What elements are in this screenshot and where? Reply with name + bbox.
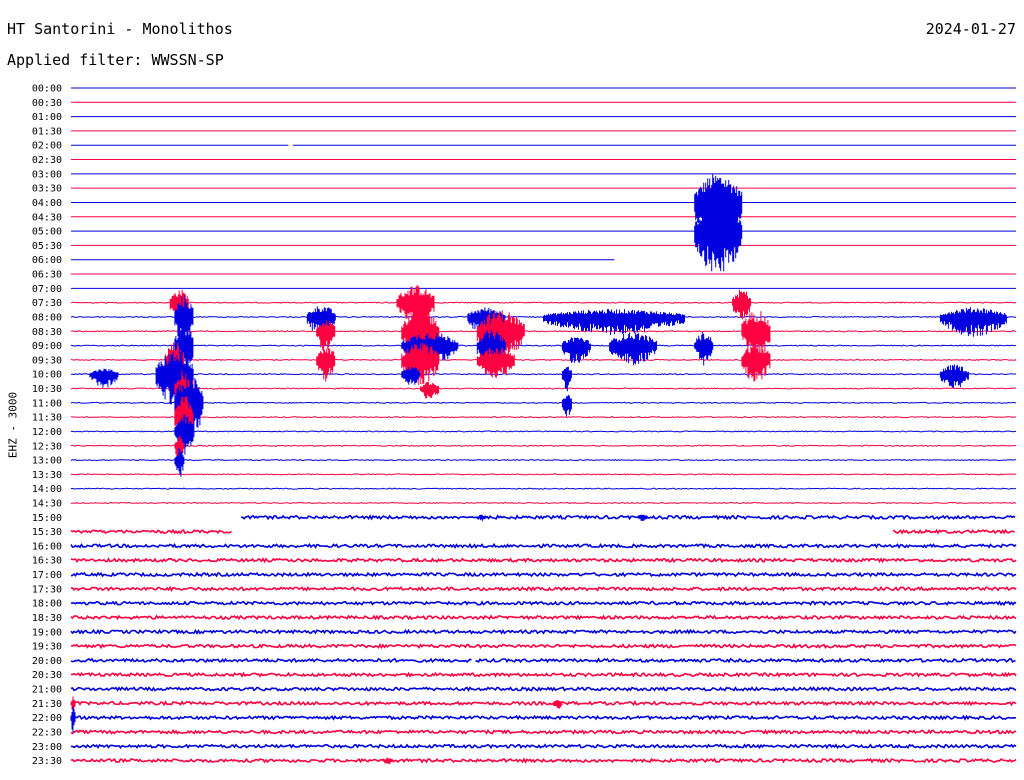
trace-line bbox=[70, 501, 1017, 505]
helicorder-chart: 00:00 00:30 01:00 01:30 02:00 02:30 03:00 03:30… bbox=[32, 84, 1017, 768]
time-label: 18:00 bbox=[32, 599, 62, 610]
event-burst bbox=[939, 307, 1007, 337]
time-label: 20:30 bbox=[32, 670, 62, 681]
time-label: 10:30 bbox=[32, 384, 62, 395]
event-burst bbox=[401, 366, 421, 385]
time-label: 23:30 bbox=[32, 756, 62, 767]
time-label: 21:30 bbox=[32, 699, 62, 710]
time-label: 23:00 bbox=[32, 742, 62, 753]
time-label: 06:30 bbox=[32, 270, 62, 281]
trace-line bbox=[70, 686, 1017, 692]
trace-line bbox=[241, 514, 1016, 521]
trace-line bbox=[70, 416, 1016, 419]
time-label: 20:00 bbox=[32, 656, 62, 667]
trace-line bbox=[70, 671, 1017, 678]
trace-line bbox=[70, 473, 1017, 476]
trace-line bbox=[70, 728, 1016, 735]
trace-line bbox=[70, 571, 1017, 578]
time-label: 02:00 bbox=[32, 141, 62, 152]
time-label: 16:00 bbox=[32, 541, 62, 552]
trace-lines bbox=[70, 87, 1017, 764]
event-burst bbox=[561, 337, 591, 363]
time-label: 13:00 bbox=[32, 456, 62, 467]
time-label: 01:30 bbox=[32, 126, 62, 137]
trace-line bbox=[70, 444, 1016, 447]
trace-line bbox=[70, 600, 1017, 606]
time-label: 18:30 bbox=[32, 613, 62, 624]
trace-line bbox=[71, 358, 1017, 361]
trace-line bbox=[475, 657, 1016, 664]
time-label: 22:30 bbox=[32, 727, 62, 738]
time-label: 16:30 bbox=[32, 556, 62, 567]
time-label: 14:00 bbox=[32, 484, 62, 495]
event-burst bbox=[939, 364, 969, 389]
event-burst bbox=[89, 368, 119, 388]
time-label: 08:30 bbox=[32, 327, 62, 338]
trace-line bbox=[70, 557, 1017, 564]
trace-line bbox=[70, 330, 1017, 333]
trace-line bbox=[70, 757, 1017, 764]
trace-line bbox=[70, 614, 1017, 621]
trace-line bbox=[70, 487, 1017, 490]
trace-line bbox=[70, 657, 472, 664]
time-label: 19:30 bbox=[32, 642, 62, 653]
event-burst bbox=[741, 344, 771, 382]
time-label: 17:30 bbox=[32, 584, 62, 595]
time-label: 00:00 bbox=[32, 84, 62, 95]
trace-line bbox=[70, 301, 1017, 304]
time-label: 07:30 bbox=[32, 298, 62, 309]
event-burst bbox=[382, 757, 393, 765]
time-label: 04:00 bbox=[32, 198, 62, 209]
time-label: 11:30 bbox=[32, 413, 62, 424]
trace-line bbox=[70, 373, 1017, 376]
time-label: 08:00 bbox=[32, 312, 62, 323]
time-label: 19:00 bbox=[32, 627, 62, 638]
trace-line bbox=[71, 743, 1017, 750]
event-burst bbox=[552, 699, 563, 709]
trace-line bbox=[70, 401, 1017, 404]
time-label: 12:30 bbox=[32, 441, 62, 452]
time-label: 11:00 bbox=[32, 398, 62, 409]
event-burst bbox=[420, 382, 440, 399]
trace-line bbox=[70, 430, 1017, 433]
time-label: 13:30 bbox=[32, 470, 62, 481]
trace-line bbox=[70, 628, 1017, 635]
time-label: 21:00 bbox=[32, 685, 62, 696]
trace-line bbox=[70, 387, 1016, 390]
time-label: 10:00 bbox=[32, 370, 62, 381]
time-label: 12:00 bbox=[32, 427, 62, 438]
event-burst bbox=[732, 289, 751, 320]
time-label: 03:30 bbox=[32, 184, 62, 195]
trace-line bbox=[892, 528, 1016, 535]
time-label: 06:00 bbox=[32, 255, 62, 266]
time-label: 04:30 bbox=[32, 212, 62, 223]
event-burst bbox=[70, 706, 76, 733]
trace-line bbox=[70, 585, 1017, 592]
trace-line bbox=[70, 459, 1017, 462]
time-label: 00:30 bbox=[32, 98, 62, 109]
trace-line bbox=[70, 542, 1017, 550]
time-label: 22:00 bbox=[32, 713, 62, 724]
time-label: 05:30 bbox=[32, 241, 62, 252]
trace-line bbox=[70, 700, 1017, 707]
time-label: 02:30 bbox=[32, 155, 62, 166]
time-label: 17:00 bbox=[32, 570, 62, 581]
time-label: 09:30 bbox=[32, 355, 62, 366]
event-burst bbox=[316, 348, 336, 382]
time-label: 14:30 bbox=[32, 498, 62, 509]
time-label: 15:00 bbox=[32, 513, 62, 524]
event-burst bbox=[561, 394, 572, 417]
trace-line bbox=[70, 344, 1017, 347]
time-label: 15:30 bbox=[32, 527, 62, 538]
time-labels: 00:00 00:30 01:00 01:30 02:00 02:30 03:00 03:30… bbox=[32, 84, 62, 768]
time-label: 09:00 bbox=[32, 341, 62, 352]
trace-line bbox=[70, 528, 232, 535]
time-label: 05:00 bbox=[32, 227, 62, 238]
event-burst bbox=[476, 514, 487, 522]
trace-line bbox=[70, 643, 1017, 650]
trace-line bbox=[70, 714, 1017, 721]
time-label: 03:00 bbox=[32, 169, 62, 180]
time-label: 07:00 bbox=[32, 284, 62, 295]
time-label: 01:00 bbox=[32, 112, 62, 123]
